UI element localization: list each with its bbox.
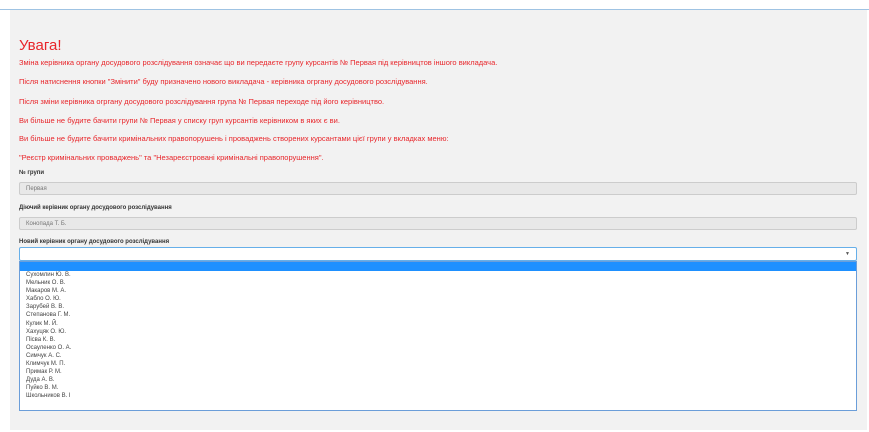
- warning-title: Увага!: [19, 37, 62, 54]
- warning-line-4: Ви більше не будите бачити групи № Перва…: [19, 116, 340, 125]
- dropdown-option[interactable]: Хахуцяк О. Ю.: [20, 328, 856, 336]
- dropdown-highlighted-option[interactable]: [20, 262, 856, 271]
- warning-line-6: "Реєстр кримінальних проваджень" та "Нез…: [19, 153, 324, 162]
- dropdown-option[interactable]: Школьников В. І: [20, 392, 856, 400]
- dropdown-option[interactable]: Осауленко О. А.: [20, 344, 856, 352]
- dropdown-option[interactable]: Примак Р. М.: [20, 368, 856, 376]
- dropdown-option[interactable]: Пісва К. В.: [20, 336, 856, 344]
- dropdown-option[interactable]: Пуйко В. М.: [20, 384, 856, 392]
- dropdown-option[interactable]: Дуда А. В.: [20, 376, 856, 384]
- new-leader-dropdown-list[interactable]: Сухомлин Ю. В. Мельник О. В. Макаров М. …: [19, 261, 857, 411]
- warning-line-1: Зміна керівника органу досудового розслі…: [19, 58, 498, 67]
- group-number-label: № групи: [19, 170, 45, 176]
- dropdown-option[interactable]: Мельник О. В.: [20, 279, 856, 287]
- dropdown-option[interactable]: Зарубей В. В.: [20, 303, 856, 311]
- dropdown-option[interactable]: Симчук А. С.: [20, 352, 856, 360]
- warning-line-3: Після зміни керівника огргану досудового…: [19, 97, 385, 106]
- warning-line-5: Ви більше не будите бачити кримінальних …: [19, 134, 449, 143]
- warning-line-2: Після натиснення кнопки "Змінити" буду п…: [19, 77, 428, 86]
- dropdown-option[interactable]: Сухомлин Ю. В.: [20, 271, 856, 279]
- group-number-field: Первая: [19, 182, 857, 195]
- new-leader-label: Новий керівник органу досудового розслід…: [19, 239, 170, 245]
- dropdown-option[interactable]: Макаров М. А.: [20, 287, 856, 295]
- change-leader-panel: Увага! Зміна керівника органу досудового…: [10, 10, 867, 430]
- dropdown-option[interactable]: Степанова Г. М.: [20, 311, 856, 319]
- dropdown-option[interactable]: Климчук М. П.: [20, 360, 856, 368]
- chevron-down-icon[interactable]: ▼: [845, 251, 850, 257]
- current-leader-label: Діючий керівник органу досудового розслі…: [19, 205, 172, 211]
- current-leader-field: Конопада Т. Б.: [19, 217, 857, 230]
- new-leader-select[interactable]: ▼: [19, 247, 857, 261]
- dropdown-option[interactable]: Хабло О. Ю.: [20, 295, 856, 303]
- dropdown-option[interactable]: Кулик М. Й.: [20, 320, 856, 328]
